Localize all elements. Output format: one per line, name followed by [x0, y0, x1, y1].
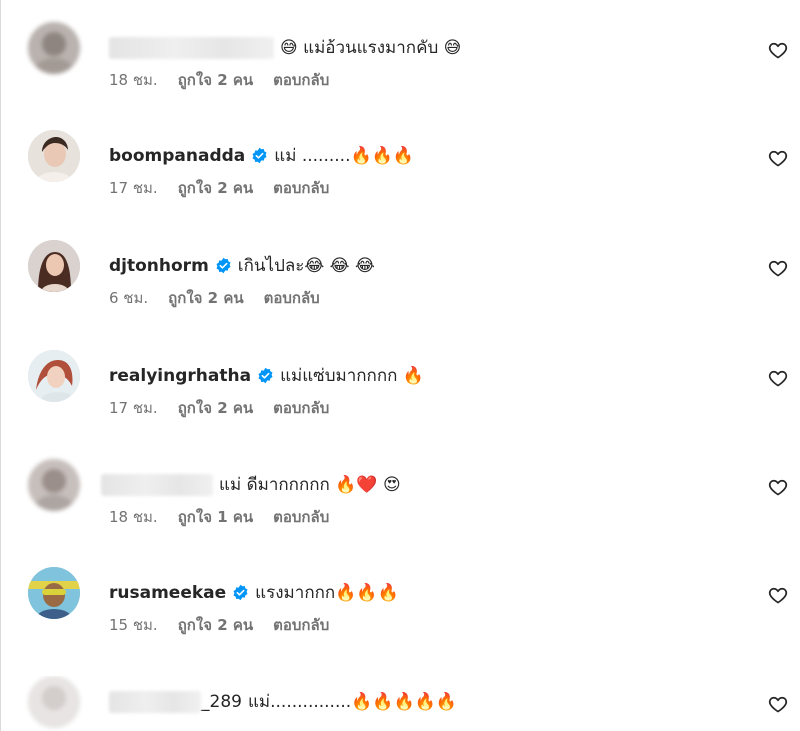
comment-likes[interactable]: ถูกใจ 2 คน	[168, 286, 243, 310]
reply-button[interactable]: ตอบกลับ	[264, 286, 320, 310]
reply-button[interactable]: ตอบกลับ	[273, 396, 329, 420]
heart-outline-icon[interactable]	[768, 585, 788, 605]
avatar[interactable]	[28, 130, 80, 182]
comment-likes[interactable]: ถูกใจ 2 คน	[178, 68, 253, 92]
comment-item: boompanadda แม่ .........🔥🔥🔥 17 ชม. ถูกใ…	[1, 130, 800, 238]
avatar[interactable]	[28, 22, 80, 74]
comment-text: แม่ .........🔥🔥🔥	[274, 146, 414, 166]
username[interactable]: realyingrhatha	[109, 366, 251, 386]
comment-item: _289 แม่...............🔥🔥🔥🔥🔥	[1, 676, 800, 731]
username-blurred[interactable]	[109, 690, 201, 713]
heart-outline-icon[interactable]	[768, 368, 788, 388]
comment-time[interactable]: 15 ชม.	[109, 613, 158, 637]
username-blurred[interactable]	[101, 473, 213, 496]
comment-text: แม่แซ่บมากกกก 🔥	[280, 366, 425, 386]
comment-text: แม่ ดีมากกกกก 🔥❤️ 😍	[219, 475, 401, 495]
comment-likes[interactable]: ถูกใจ 1 คน	[178, 505, 253, 529]
username[interactable]: boompanadda	[109, 146, 245, 166]
comments-panel: 😅 แม่อ้วนแรงมากคับ 😅 18 ชม. ถูกใจ 2 คน ต…	[0, 0, 800, 731]
comment-time[interactable]: 6 ชม.	[109, 286, 148, 310]
heart-outline-icon[interactable]	[768, 258, 788, 278]
reply-button[interactable]: ตอบกลับ	[273, 68, 329, 92]
username-blurred[interactable]	[109, 36, 274, 59]
comment-text: 😅 แม่อ้วนแรงมากคับ 😅	[280, 38, 462, 58]
reply-button[interactable]: ตอบกลับ	[273, 176, 329, 200]
username[interactable]: rusameekae	[109, 583, 226, 603]
heart-outline-icon[interactable]	[768, 694, 788, 714]
avatar[interactable]	[28, 459, 80, 511]
comment-likes[interactable]: ถูกใจ 2 คน	[178, 176, 253, 200]
reply-button[interactable]: ตอบกลับ	[273, 613, 329, 637]
comment-item: 😅 แม่อ้วนแรงมากคับ 😅 18 ชม. ถูกใจ 2 คน ต…	[1, 22, 800, 130]
username-suffix: _289	[201, 691, 242, 712]
verified-badge-icon	[257, 367, 274, 384]
comment-text: เกินไปละ😂 😂 😂	[237, 256, 375, 276]
comment-text: แม่...............🔥🔥🔥🔥🔥	[247, 692, 458, 712]
comment-item: rusameekae แรงมากกก🔥🔥🔥 15 ชม. ถูกใจ 2 คน…	[1, 567, 800, 675]
comment-item: realyingrhatha แม่แซ่บมากกกก 🔥 17 ชม. ถู…	[1, 350, 800, 458]
comment-likes[interactable]: ถูกใจ 2 คน	[178, 396, 253, 420]
heart-outline-icon[interactable]	[768, 477, 788, 497]
avatar[interactable]	[28, 676, 80, 728]
reply-button[interactable]: ตอบกลับ	[273, 505, 329, 529]
comment-time[interactable]: 18 ชม.	[109, 505, 158, 529]
username[interactable]: djtonhorm	[109, 256, 209, 276]
heart-outline-icon[interactable]	[768, 148, 788, 168]
comment-likes[interactable]: ถูกใจ 2 คน	[178, 613, 253, 637]
comment-time[interactable]: 18 ชม.	[109, 68, 158, 92]
comment-time[interactable]: 17 ชม.	[109, 396, 158, 420]
verified-badge-icon	[232, 584, 249, 601]
verified-badge-icon	[215, 257, 232, 274]
avatar[interactable]	[28, 350, 80, 402]
avatar[interactable]	[28, 240, 80, 292]
comment-text: แรงมากกก🔥🔥🔥	[255, 583, 399, 603]
heart-outline-icon[interactable]	[768, 40, 788, 60]
comment-time[interactable]: 17 ชม.	[109, 176, 158, 200]
comment-item: djtonhorm เกินไปละ😂 😂 😂 6 ชม. ถูกใจ 2 คน…	[1, 240, 800, 348]
verified-badge-icon	[251, 147, 268, 164]
comment-item: แม่ ดีมากกกกก 🔥❤️ 😍 18 ชม. ถูกใจ 1 คน ตอ…	[1, 459, 800, 567]
avatar[interactable]	[28, 567, 80, 619]
